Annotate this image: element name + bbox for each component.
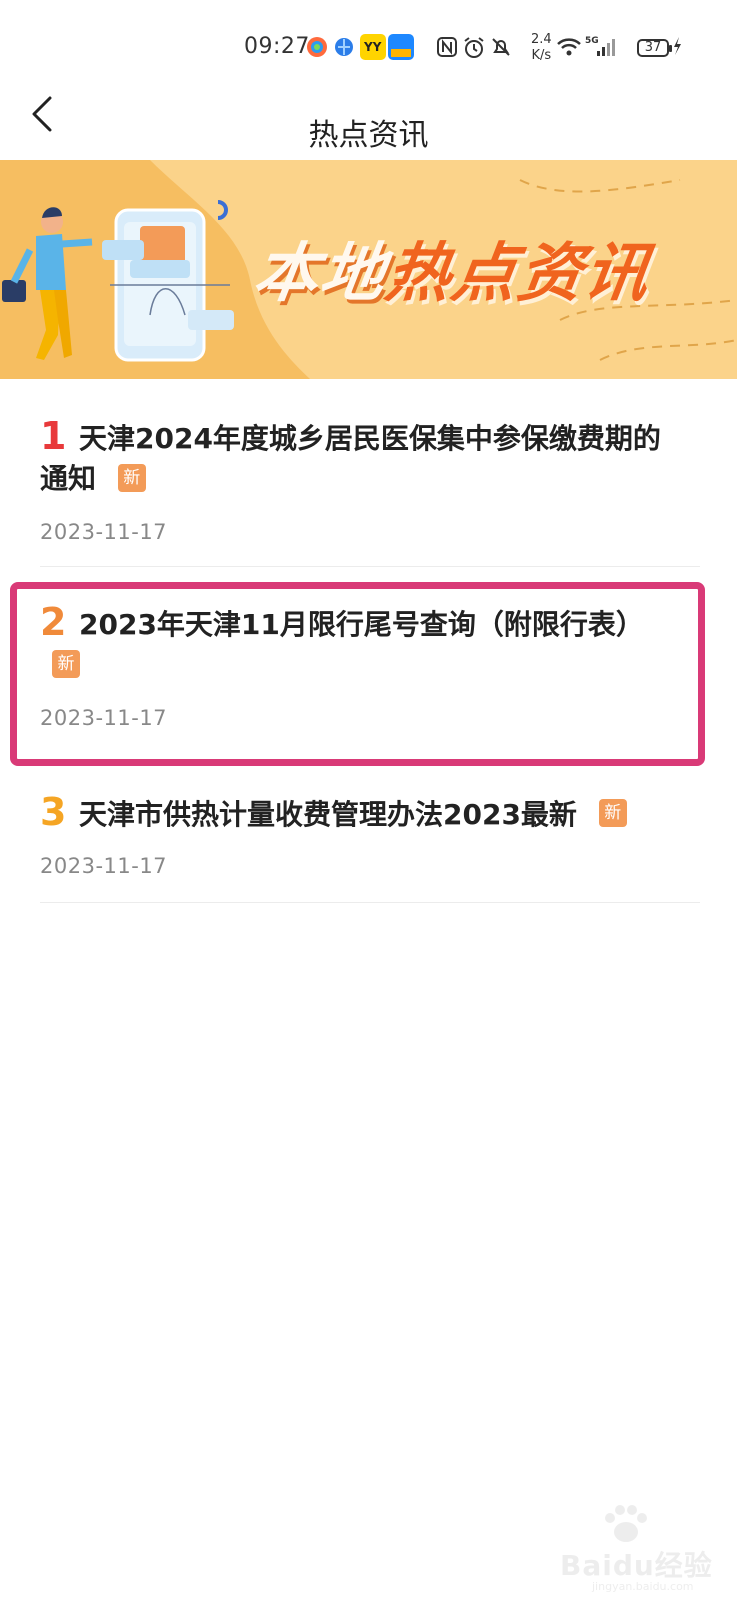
divider xyxy=(40,566,700,567)
signal-icon: 5G xyxy=(585,36,615,56)
news-title: 天津市供热计量收费管理办法2023最新 新 xyxy=(79,794,627,836)
news-item[interactable]: 2 2023年天津11月限行尾号查询（附限行表） 新 2023-11-17 xyxy=(40,596,700,756)
app-icon xyxy=(388,34,414,60)
watermark-text: Baidu经验 xyxy=(560,1549,713,1582)
news-item[interactable]: 1 天津2024年度城乡居民医保集中参保缴费期的 通知 新 2023-11-17 xyxy=(40,410,700,570)
banner[interactable]: 本地热点资讯 xyxy=(0,160,737,379)
status-bar: 09:27 YY 2.4 K/s 5G 37 xyxy=(0,0,737,96)
new-badge: 新 xyxy=(117,464,146,492)
new-badge: 新 xyxy=(52,650,80,678)
svg-text:5G: 5G xyxy=(585,36,599,46)
banner-text-white: 本地 xyxy=(248,237,392,311)
news-title-line2: 通知 新 xyxy=(40,458,146,500)
divider xyxy=(40,902,700,903)
news-date: 2023-11-17 xyxy=(40,706,168,730)
news-date: 2023-11-17 xyxy=(40,854,168,878)
banner-headline: 本地热点资讯 xyxy=(249,222,658,314)
news-rank: 1 xyxy=(40,414,67,458)
app-icon xyxy=(335,38,353,56)
news-date: 2023-11-17 xyxy=(40,520,168,544)
mute-icon xyxy=(492,38,510,56)
news-rank: 2 xyxy=(40,600,67,644)
paw-icon xyxy=(605,1505,647,1542)
new-badge: 新 xyxy=(598,799,627,827)
news-title: 天津2024年度城乡居民医保集中参保缴费期的 xyxy=(79,422,661,455)
alarm-icon xyxy=(464,37,484,58)
wifi-icon xyxy=(557,38,581,56)
charging-icon xyxy=(674,37,681,55)
status-time: 09:27 xyxy=(244,34,310,59)
svg-text:YY: YY xyxy=(363,40,382,54)
badge-wrap: 新 xyxy=(52,650,80,678)
watermark-url: jingyan.baidu.com xyxy=(592,1580,694,1593)
news-rank: 3 xyxy=(40,790,67,834)
yy-app-icon: YY xyxy=(360,34,386,60)
watermark: Baidu经验 jingyan.baidu.com xyxy=(552,1502,722,1593)
nav-header: 热点资讯 xyxy=(0,96,737,160)
network-speed: 2.4 K/s xyxy=(531,32,552,63)
news-item[interactable]: 3 天津市供热计量收费管理办法2023最新 新 2023-11-17 xyxy=(40,786,700,906)
nfc-icon xyxy=(437,37,457,57)
news-title: 2023年天津11月限行尾号查询（附限行表） xyxy=(79,608,644,641)
page-title: 热点资讯 xyxy=(308,118,429,153)
app-icon xyxy=(307,37,327,57)
banner-text-orange: 热点资讯 xyxy=(380,237,656,311)
battery-icon: 37 xyxy=(637,39,672,57)
